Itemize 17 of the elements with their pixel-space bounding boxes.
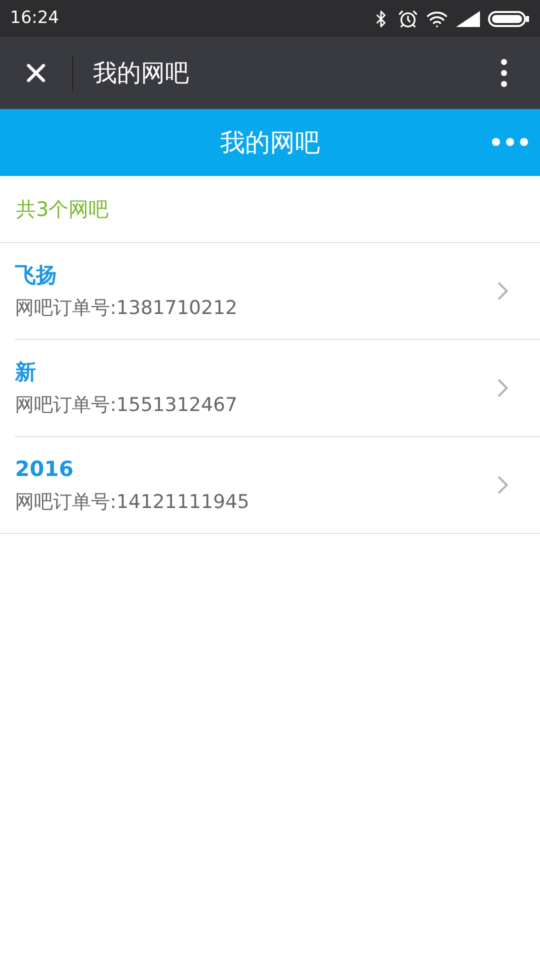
- cafe-item[interactable]: 2016 网吧订单号:14121111945: [0, 437, 540, 533]
- cafe-name: 2016: [15, 456, 74, 483]
- order-number: 网吧订单号:1551312467: [15, 392, 238, 418]
- alarm-icon: [398, 8, 418, 28]
- signal-icon: [456, 10, 480, 26]
- cafe-name: 飞扬: [15, 262, 58, 289]
- order-number: 网吧订单号:1381710212: [15, 296, 238, 320]
- battery-icon: [488, 10, 530, 28]
- order-number: 网吧订单号:14121111945: [15, 490, 250, 514]
- cafe-item[interactable]: 新 网吧订单号:1551312467: [15, 340, 540, 437]
- window-title: 我的网吧: [93, 58, 189, 89]
- cafe-count: 共3个网吧: [16, 196, 109, 223]
- cafe-name: 新: [15, 359, 37, 386]
- cafe-item[interactable]: 飞扬 网吧订单号:1381710212: [15, 243, 540, 340]
- status-time: 16:24: [10, 6, 59, 30]
- more-icon: [501, 59, 507, 87]
- page-title: 我的网吧: [220, 126, 320, 159]
